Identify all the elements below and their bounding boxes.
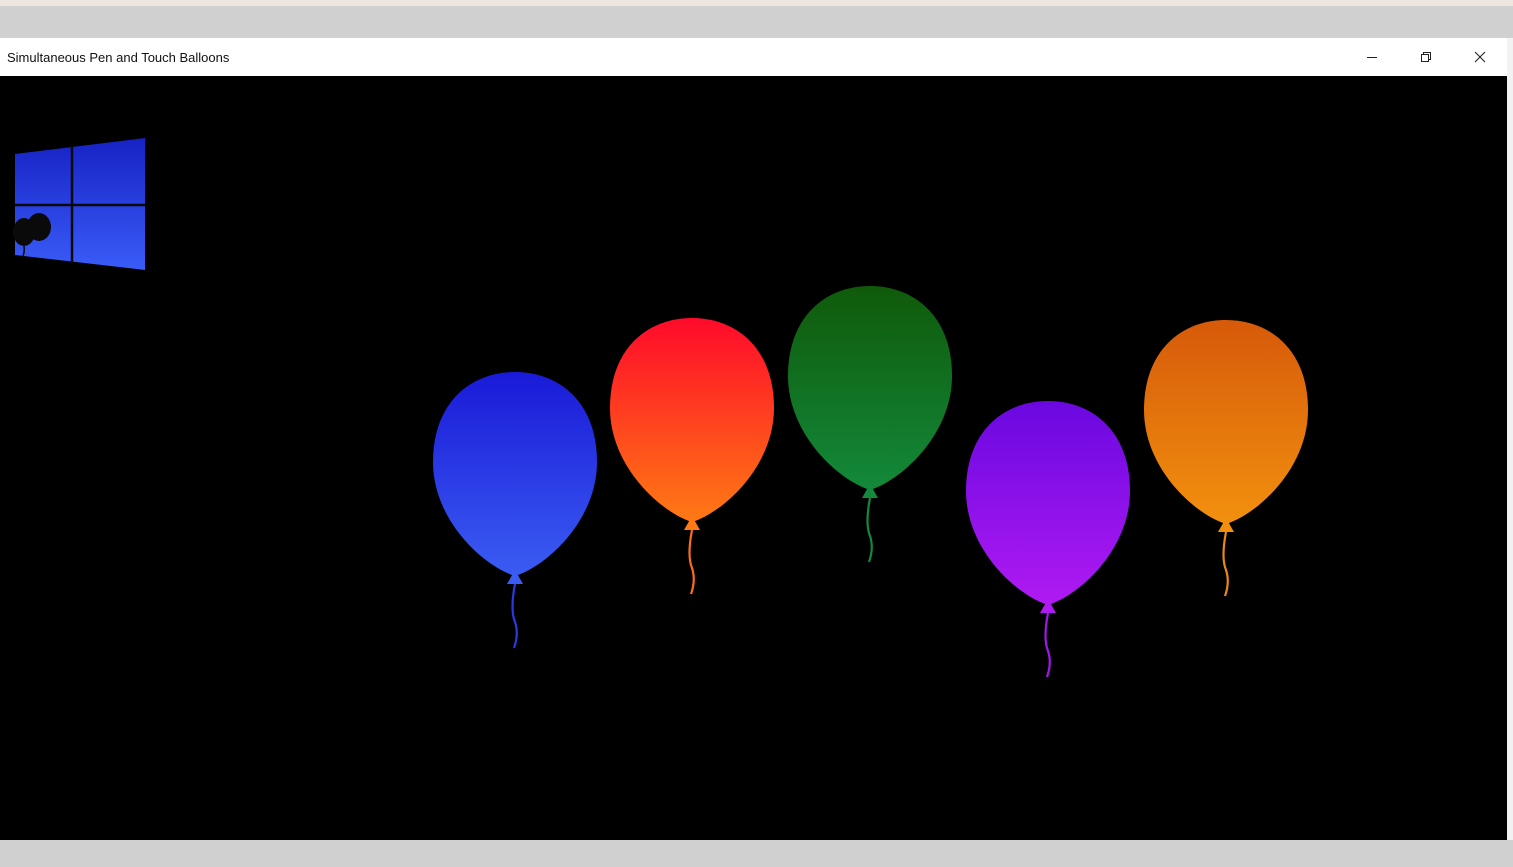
- desktop-bottom-band: [0, 840, 1513, 867]
- restore-button[interactable]: [1399, 38, 1453, 76]
- title-bar[interactable]: Simultaneous Pen and Touch Balloons: [0, 38, 1507, 76]
- minimize-icon: [1367, 57, 1377, 58]
- balloon-red[interactable]: [606, 316, 778, 596]
- restore-icon: [1421, 52, 1431, 62]
- windows-logo-balloons-icon: [13, 138, 145, 270]
- window-right-edge: [1507, 38, 1513, 840]
- balloon-green[interactable]: [784, 284, 956, 564]
- close-icon: [1474, 51, 1486, 63]
- balloon-blue[interactable]: [429, 370, 601, 650]
- window-title: Simultaneous Pen and Touch Balloons: [7, 49, 230, 65]
- balloon-orange[interactable]: [1140, 318, 1312, 598]
- minimize-button[interactable]: [1345, 38, 1399, 76]
- close-button[interactable]: [1453, 38, 1507, 76]
- desktop-band: [0, 6, 1513, 38]
- window-controls: [1345, 38, 1507, 76]
- balloon-purple[interactable]: [962, 399, 1134, 679]
- app-window: Simultaneous Pen and Touch Balloons: [0, 38, 1507, 840]
- balloon-canvas[interactable]: [0, 76, 1507, 840]
